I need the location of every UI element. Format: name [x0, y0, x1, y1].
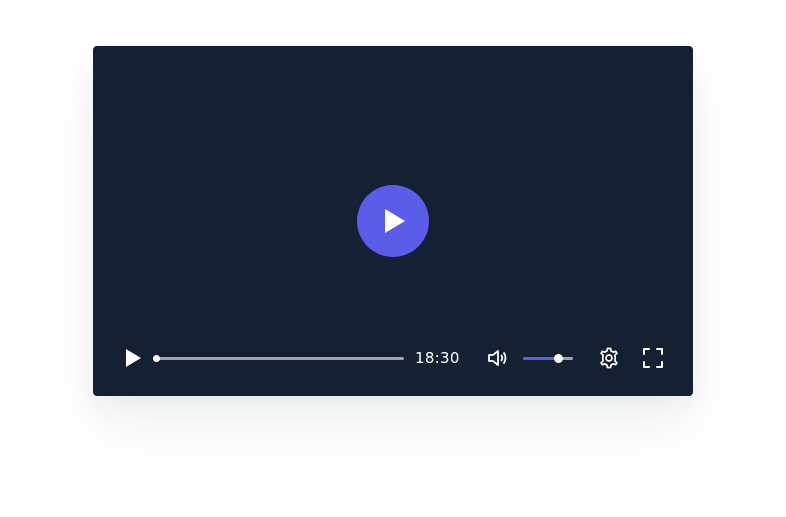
- settings-button[interactable]: [597, 346, 621, 370]
- volume-button[interactable]: [486, 346, 510, 370]
- play-button[interactable]: [121, 346, 145, 370]
- control-bar: 18:30: [93, 342, 693, 374]
- volume-icon: [488, 350, 507, 366]
- gear-icon: [600, 347, 618, 369]
- play-icon: [126, 349, 141, 367]
- fullscreen-button[interactable]: [641, 346, 665, 370]
- time-display: 18:30: [415, 349, 460, 367]
- volume-handle[interactable]: [554, 354, 563, 363]
- play-icon: [385, 209, 405, 233]
- fullscreen-icon: [643, 348, 663, 368]
- progress-bar[interactable]: [153, 355, 404, 362]
- volume-fill: [523, 357, 558, 360]
- video-player[interactable]: 18:30: [93, 46, 693, 396]
- big-play-button[interactable]: [357, 185, 429, 257]
- progress-handle[interactable]: [153, 355, 160, 362]
- volume-slider[interactable]: [523, 354, 573, 363]
